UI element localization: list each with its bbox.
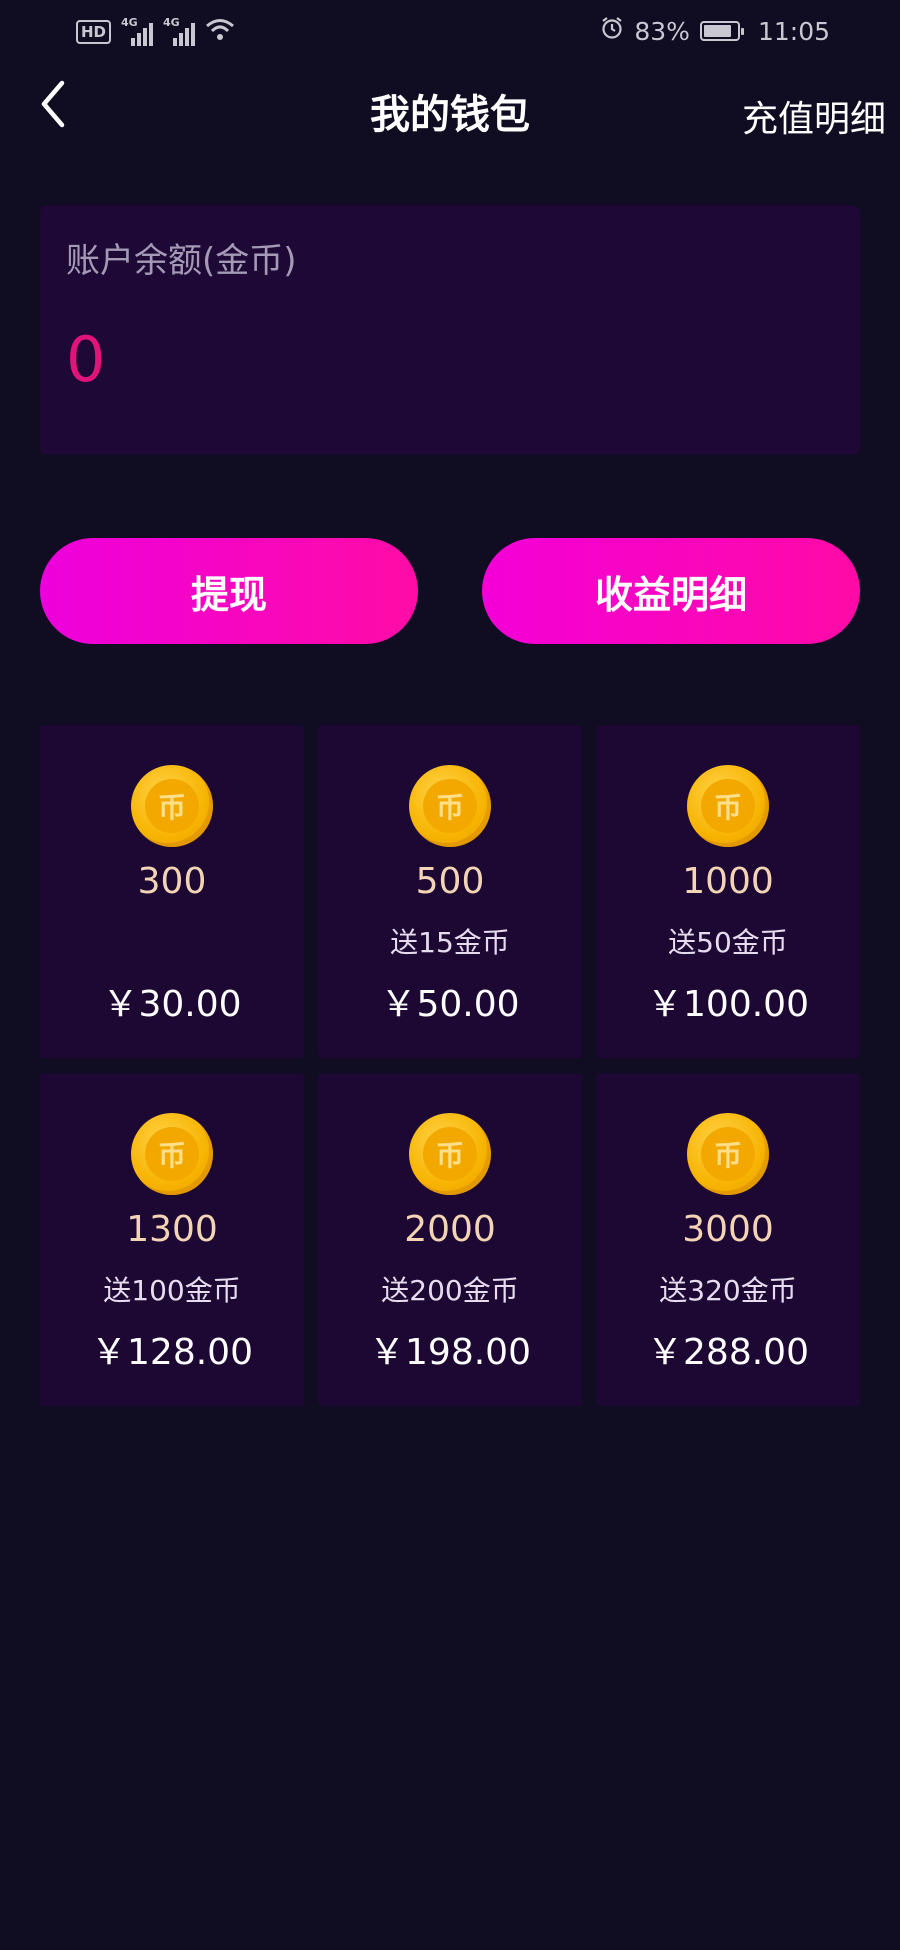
battery-percent: 83% <box>634 16 690 46</box>
package-coins: 1300 <box>126 1209 218 1250</box>
coin-icon: 币 <box>687 1113 769 1195</box>
coin-icon: 币 <box>131 765 213 847</box>
battery-level <box>703 25 731 37</box>
clock: 11:05 <box>757 16 830 46</box>
package-card[interactable]: 币 3000 送320金币 ￥288.00 <box>596 1073 860 1406</box>
package-coins: 3000 <box>682 1209 774 1250</box>
package-bonus: 送200金币 <box>381 1274 519 1307</box>
balance-card: 账户余额(金币) 0 <box>40 205 860 455</box>
balance-value: 0 <box>66 323 106 396</box>
package-price: ￥30.00 <box>102 984 242 1025</box>
earnings-detail-button[interactable]: 收益明细 <box>482 538 860 644</box>
package-bonus: 送50金币 <box>668 926 788 959</box>
status-bar-left: HD 4G 4G <box>76 16 235 46</box>
package-coins: 500 <box>415 861 485 902</box>
coin-icon: 币 <box>687 765 769 847</box>
package-coins: 1000 <box>682 861 774 902</box>
wifi-icon <box>205 18 235 46</box>
package-price: ￥288.00 <box>647 1332 809 1373</box>
package-bonus: 送100金币 <box>103 1274 241 1307</box>
package-card[interactable]: 币 2000 送200金币 ￥198.00 <box>318 1073 582 1406</box>
package-price: ￥128.00 <box>91 1332 253 1373</box>
package-card[interactable]: 币 1000 送50金币 ￥100.00 <box>596 725 860 1058</box>
package-coins: 2000 <box>404 1209 496 1250</box>
withdraw-button[interactable]: 提现 <box>40 538 418 644</box>
coin-icon: 币 <box>409 1113 491 1195</box>
package-bonus: 送320金币 <box>659 1274 797 1307</box>
package-coins: 300 <box>137 861 207 902</box>
status-bar: HD 4G 4G 83% 11:05 <box>0 0 900 70</box>
hd-badge: HD <box>76 20 112 44</box>
balance-label: 账户余额(金币) <box>66 241 297 281</box>
signal-icon: 4G <box>163 16 196 46</box>
package-price: ￥100.00 <box>647 984 809 1025</box>
coin-icon: 币 <box>409 765 491 847</box>
status-bar-right: 83% 11:05 <box>600 16 830 46</box>
package-card[interactable]: 币 1300 送100金币 ￥128.00 <box>40 1073 304 1406</box>
coin-icon: 币 <box>131 1113 213 1195</box>
package-card[interactable]: 币 500 送15金币 ￥50.00 <box>318 725 582 1058</box>
package-price: ￥198.00 <box>369 1332 531 1373</box>
package-card[interactable]: 币 300 ￥30.00 <box>40 725 304 1058</box>
alarm-icon <box>600 16 624 46</box>
package-bonus: 送15金币 <box>390 926 510 959</box>
title-bar: 我的钱包 充值明细 <box>0 70 900 150</box>
recharge-detail-link[interactable]: 充值明细 <box>742 90 886 142</box>
battery-icon <box>699 21 744 41</box>
package-price: ￥50.00 <box>380 984 520 1025</box>
signal-icon: 4G <box>121 16 154 46</box>
